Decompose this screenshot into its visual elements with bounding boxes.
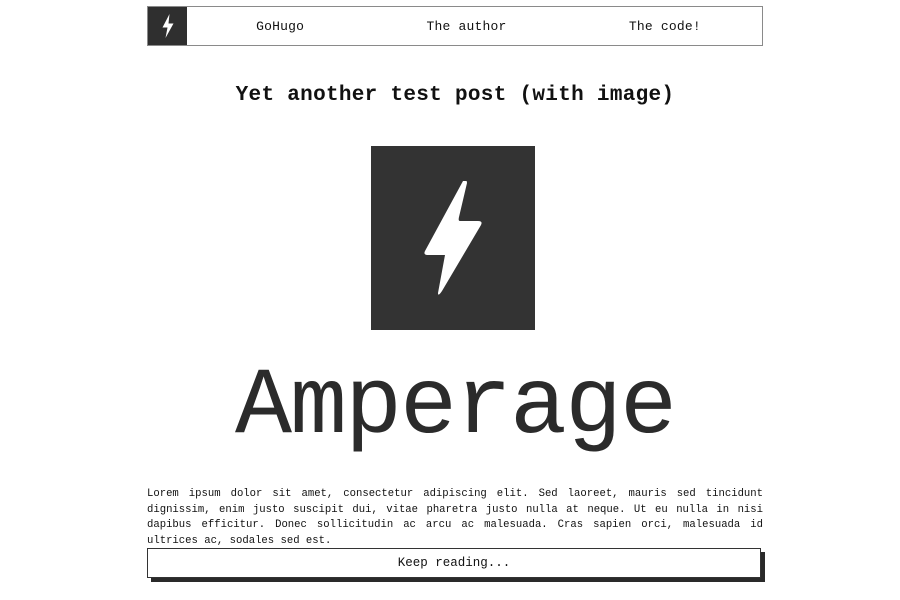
top-nav: GoHugo The author The code! bbox=[147, 6, 763, 46]
nav-link-code[interactable]: The code! bbox=[629, 19, 701, 34]
nav-link-author[interactable]: The author bbox=[426, 19, 506, 34]
nav-links: GoHugo The author The code! bbox=[187, 7, 762, 45]
nav-link-gohugo[interactable]: GoHugo bbox=[256, 19, 304, 34]
post-excerpt: Lorem ipsum dolor sit amet, consectetur … bbox=[147, 488, 763, 547]
lightning-bolt-icon bbox=[424, 181, 482, 295]
home-logo-link[interactable] bbox=[148, 7, 187, 45]
post-featured-image bbox=[371, 146, 535, 330]
lightning-bolt-icon bbox=[162, 14, 173, 38]
brand-wordmark: Amperage bbox=[234, 353, 677, 461]
keep-reading-button[interactable]: Keep reading... bbox=[147, 548, 761, 578]
post-title[interactable]: Yet another test post (with image) bbox=[147, 84, 763, 107]
